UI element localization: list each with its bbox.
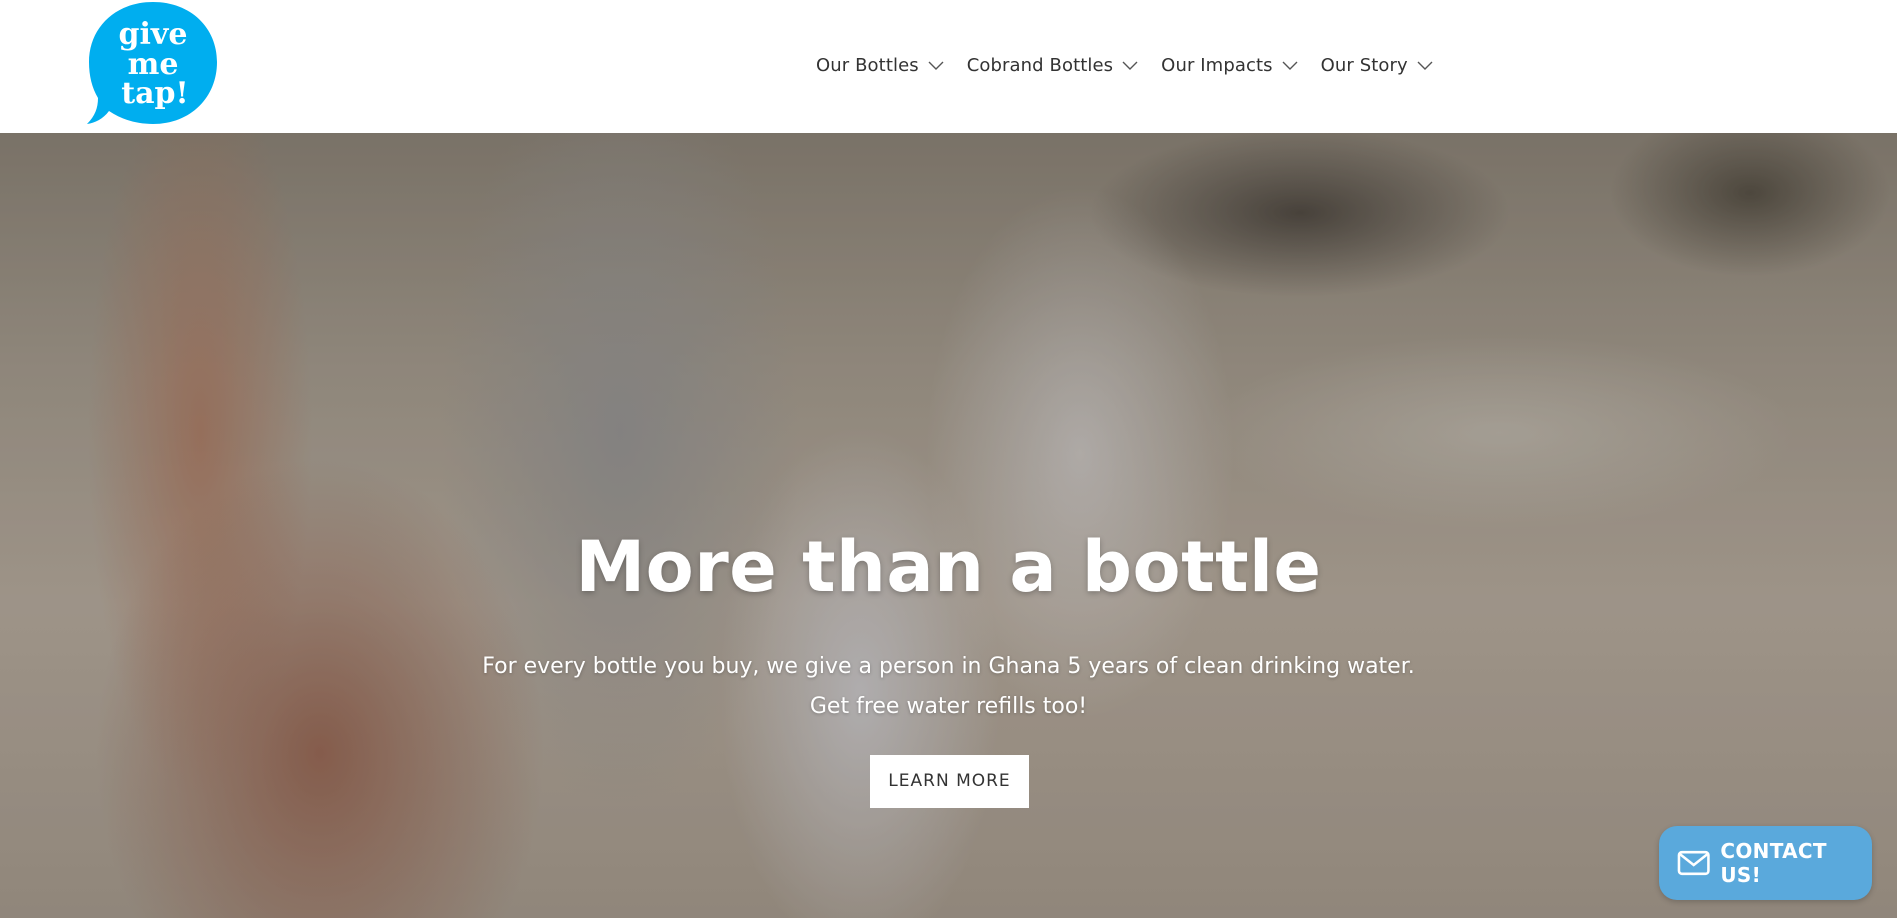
nav-item-our-impacts[interactable]: Our Impacts — [1161, 55, 1298, 76]
hero-subtitle: For every bottle you buy, we give a pers… — [0, 647, 1897, 727]
nav-item-our-story[interactable]: Our Story — [1321, 55, 1434, 76]
contact-us-label: CONTACT US! — [1720, 839, 1827, 887]
nav-item-label: Our Impacts — [1161, 54, 1273, 76]
site-header: give me tap! Our Bottles Cobrand Bottles… — [0, 0, 1897, 133]
contact-us-button[interactable]: CONTACT US! — [1659, 826, 1872, 900]
chevron-down-icon — [1282, 61, 1298, 70]
hero-title: More than a bottle — [575, 526, 1322, 608]
nav-item-our-bottles[interactable]: Our Bottles — [816, 55, 945, 76]
envelope-icon — [1677, 850, 1710, 876]
nav-item-cobrand-bottles[interactable]: Cobrand Bottles — [967, 55, 1139, 76]
hero-subtitle-line-1: For every bottle you buy, we give a pers… — [482, 654, 1415, 679]
give-me-tap-logo[interactable]: give me tap! — [87, 0, 219, 127]
hero-subtitle-line-2: Get free water refills too! — [809, 694, 1088, 719]
learn-more-button[interactable]: LEARN MORE — [870, 755, 1029, 808]
nav-item-label: Cobrand Bottles — [966, 54, 1114, 76]
chevron-down-icon — [1417, 61, 1433, 70]
nav-item-label: Our Story — [1320, 54, 1408, 76]
logo-text-line-3: tap! — [121, 76, 188, 111]
chevron-down-icon — [928, 61, 944, 70]
hero-section: More than a bottle For every bottle you … — [0, 133, 1897, 918]
logo-bubble-icon: give me tap! — [87, 2, 217, 124]
main-nav: Our Bottles Cobrand Bottles Our Impacts … — [816, 50, 1456, 80]
chevron-down-icon — [1122, 61, 1138, 70]
nav-item-label: Our Bottles — [816, 54, 919, 76]
